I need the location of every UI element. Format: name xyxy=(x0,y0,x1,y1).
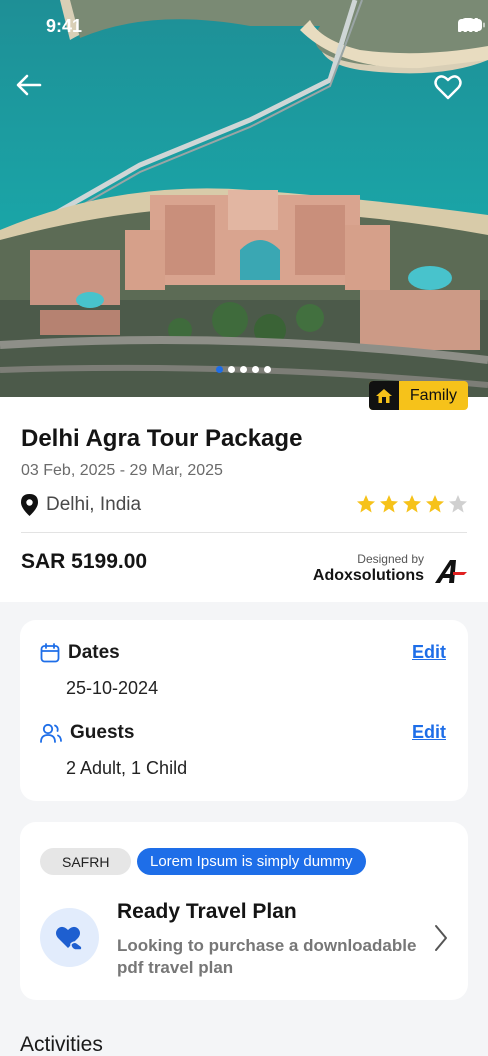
users-icon xyxy=(40,723,62,743)
edit-guests-button[interactable]: Edit xyxy=(412,722,446,743)
star-filled-icon xyxy=(426,495,444,513)
carousel-dot[interactable] xyxy=(240,366,247,373)
back-button[interactable] xyxy=(16,74,50,108)
battery-icon xyxy=(458,19,485,31)
travel-plan-card[interactable]: SAFRH Lorem Ipsum is simply dummy Ready … xyxy=(20,822,468,1000)
star-filled-icon xyxy=(380,495,398,513)
heart-icon xyxy=(434,75,462,100)
badge-label: Family xyxy=(409,386,457,404)
rating-stars xyxy=(356,494,468,514)
package-date-range: 03 Feb, 2025 - 29 Mar, 2025 xyxy=(21,462,223,479)
edit-dates-button[interactable]: Edit xyxy=(412,642,446,663)
plan-description: Looking to purchase a downloadable pdf t… xyxy=(117,936,417,977)
heart-hand-icon xyxy=(55,926,83,951)
carousel-indicator xyxy=(216,366,271,373)
resort-photo xyxy=(0,0,488,397)
divider xyxy=(21,532,467,533)
booking-card: Dates Edit 25-10-2024 Guests Edit 2 Adul… xyxy=(20,620,468,801)
chevron-right-icon[interactable] xyxy=(434,924,448,952)
activities-heading: Activities xyxy=(20,1033,103,1056)
carousel-dot[interactable] xyxy=(228,366,235,373)
designed-by-label: Designed by xyxy=(357,552,424,566)
tag-chip: SAFRH xyxy=(40,848,132,875)
dates-value: 25-10-2024 xyxy=(66,678,159,698)
plan-title: Ready Travel Plan xyxy=(117,900,297,923)
package-title: Delhi Agra Tour Package xyxy=(21,425,303,452)
carousel-dot[interactable] xyxy=(252,366,259,373)
guests-label: Guests xyxy=(70,722,135,743)
carousel-dot[interactable] xyxy=(264,366,271,373)
category-badge: Family xyxy=(368,381,468,410)
location-label: Delhi, India xyxy=(46,494,142,515)
designer-name: Adoxsolutions xyxy=(312,567,424,584)
location-pin-icon xyxy=(21,494,38,516)
dates-label: Dates xyxy=(68,642,120,663)
designer-logo-icon xyxy=(435,560,467,583)
plan-icon-circle xyxy=(40,908,99,967)
carousel-dot[interactable] xyxy=(216,366,223,373)
package-info: Delhi Agra Tour Package 03 Feb, 2025 - 2… xyxy=(0,397,488,602)
dates-heading: Dates xyxy=(40,642,120,664)
favorite-button[interactable] xyxy=(434,74,468,108)
promo-chip: Lorem Ipsum is simply dummy xyxy=(137,848,366,875)
home-icon xyxy=(368,381,399,410)
guests-value: 2 Adult, 1 Child xyxy=(66,758,188,778)
star-filled-icon xyxy=(403,495,421,513)
calendar-icon xyxy=(40,643,60,663)
guests-heading: Guests xyxy=(40,722,134,744)
star-filled-icon xyxy=(357,495,375,513)
arrow-left-icon xyxy=(16,74,42,96)
hero-image[interactable]: 9:41 xyxy=(0,0,488,397)
package-price: SAR 5199.00 xyxy=(21,550,148,573)
status-time: 9:41 xyxy=(46,16,83,36)
package-location: Delhi, India xyxy=(21,494,141,516)
star-empty-icon xyxy=(449,495,467,513)
